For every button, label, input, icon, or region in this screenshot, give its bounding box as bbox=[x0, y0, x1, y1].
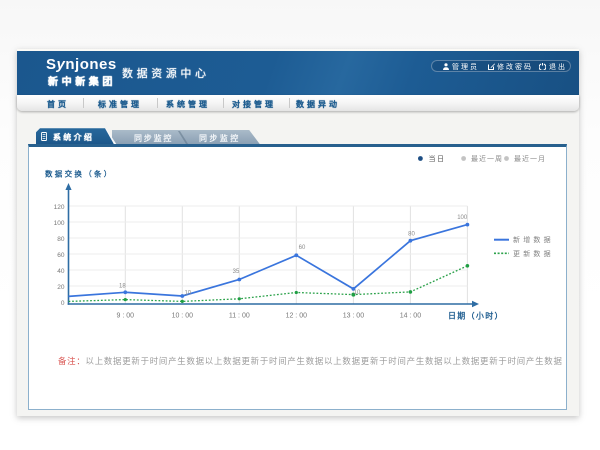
svg-text:新增数据: 新增数据 bbox=[513, 235, 554, 244]
svg-text:13 : 00: 13 : 00 bbox=[343, 313, 365, 320]
svg-text:12 : 00: 12 : 00 bbox=[286, 313, 308, 320]
svg-text:最近一月: 最近一月 bbox=[514, 154, 546, 163]
svg-text:80: 80 bbox=[57, 236, 65, 243]
svg-text:当日: 当日 bbox=[429, 154, 446, 163]
svg-text:100: 100 bbox=[457, 215, 468, 221]
svg-text:35: 35 bbox=[233, 269, 240, 275]
svg-text:80: 80 bbox=[408, 232, 415, 238]
svg-text:20: 20 bbox=[57, 284, 65, 291]
svg-text:数据交换（条）: 数据交换（条） bbox=[45, 169, 114, 179]
svg-text:10 : 00: 10 : 00 bbox=[172, 313, 194, 320]
svg-text:最近一周: 最近一周 bbox=[471, 154, 503, 163]
svg-text:60: 60 bbox=[299, 245, 306, 251]
svg-text:14 : 00: 14 : 00 bbox=[400, 313, 422, 320]
svg-text:日期（小时）: 日期（小时） bbox=[448, 311, 504, 321]
svg-text:10: 10 bbox=[354, 290, 361, 296]
svg-text:18: 18 bbox=[119, 284, 126, 290]
svg-text:更新数据: 更新数据 bbox=[513, 249, 554, 258]
svg-text:0: 0 bbox=[61, 300, 65, 307]
svg-text:120: 120 bbox=[54, 204, 65, 211]
svg-text:11 : 00: 11 : 00 bbox=[229, 313, 250, 320]
svg-text:40: 40 bbox=[57, 268, 65, 275]
svg-text:10: 10 bbox=[184, 291, 191, 297]
svg-text:9 : 00: 9 : 00 bbox=[117, 313, 135, 320]
svg-text:60: 60 bbox=[57, 252, 65, 259]
svg-text:100: 100 bbox=[54, 220, 65, 227]
